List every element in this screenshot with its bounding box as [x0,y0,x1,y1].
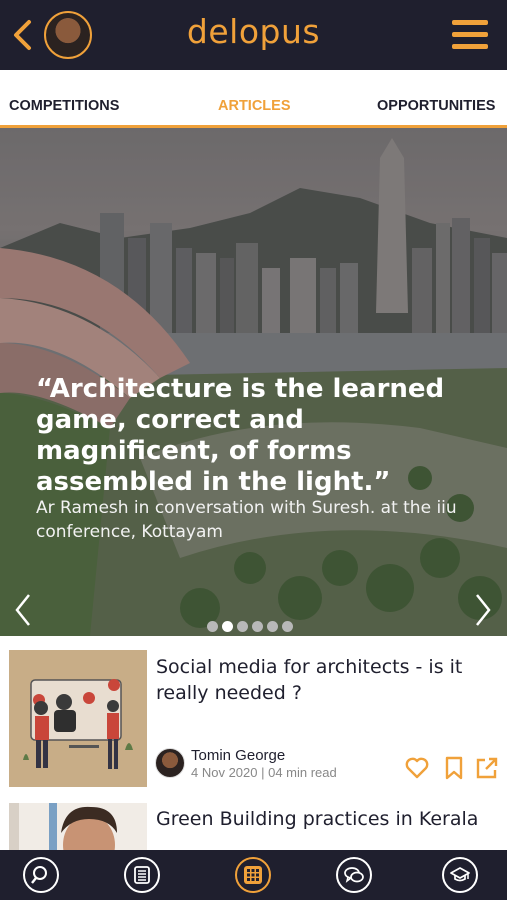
article-thumbnail[interactable] [9,650,147,787]
article-title[interactable]: Green Building practices in Kerala [156,806,501,832]
author-avatar[interactable] [155,748,185,778]
illustration-image [9,650,147,787]
article-card[interactable]: Green Building practices in Kerala [0,800,507,850]
chevron-left-icon [14,20,31,50]
carousel-prev-button[interactable] [12,592,34,628]
tab-opportunities[interactable]: OPPORTUNITIES [377,98,495,114]
tab-competitions[interactable]: COMPETITIONS [9,98,119,114]
top-app-bar: delopus [0,0,507,70]
carousel-dot[interactable] [237,621,248,632]
search-icon [31,866,47,884]
share-button[interactable] [474,755,500,781]
like-button[interactable] [404,755,430,781]
share-icon [476,757,498,779]
back-button[interactable] [10,18,36,52]
bookmark-button[interactable] [441,755,467,781]
heart-icon [405,757,429,779]
article-card[interactable]: Social media for architects - is it real… [0,636,507,800]
featured-carousel[interactable]: “Architecture is the learned game, corre… [0,128,507,636]
nav-articles[interactable] [124,857,160,893]
author-name[interactable]: Tomin George [191,747,285,764]
tab-articles[interactable]: ARTICLES [218,98,291,114]
graduation-cap-icon [450,867,470,882]
grid-icon [244,866,262,884]
bookmark-icon [445,756,463,780]
hero-caption: Ar Ramesh in conversation with Suresh. a… [36,498,457,542]
nav-chat[interactable] [336,857,372,893]
hamburger-icon [452,20,488,25]
carousel-dot[interactable] [252,621,263,632]
carousel-dot-active[interactable] [222,621,233,632]
hamburger-menu-button[interactable] [452,20,488,50]
article-title[interactable]: Social media for architects - is it real… [156,654,501,706]
nav-search[interactable] [23,857,59,893]
carousel-dot[interactable] [207,621,218,632]
hero-quote: “Architecture is the learned game, corre… [36,374,445,497]
user-avatar[interactable] [44,11,92,59]
article-meta: 4 Nov 2020 | 04 min read [191,765,337,780]
chat-icon [344,867,364,883]
carousel-dot[interactable] [282,621,293,632]
category-tabs: COMPETITIONS ARTICLES OPPORTUNITIES [0,70,507,128]
bottom-navigation [0,850,507,900]
portrait-image [9,803,147,850]
carousel-dot[interactable] [267,621,278,632]
nav-home[interactable] [235,857,271,893]
chevron-left-icon [15,594,30,626]
nav-learning[interactable] [442,857,478,893]
article-thumbnail[interactable] [9,803,147,850]
carousel-next-button[interactable] [472,592,494,628]
document-icon [134,866,150,884]
carousel-indicator [207,617,297,632]
app-logo: delopus [186,12,321,51]
chevron-right-icon [476,594,491,626]
